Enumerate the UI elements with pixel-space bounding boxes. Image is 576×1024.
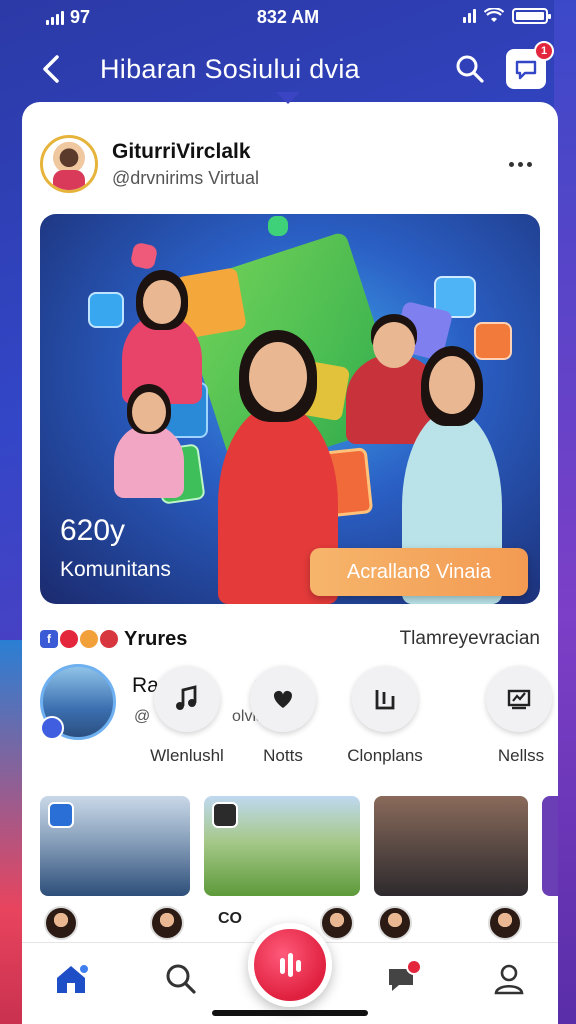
author-handle: @drvnirims Virtual [112,167,259,188]
mini-avatar[interactable] [150,906,184,940]
nav-profile[interactable] [484,957,534,1001]
media-badge-icon [48,802,74,828]
nav-search[interactable] [156,957,206,1001]
create-button[interactable] [248,923,332,1007]
app-tile-icon [129,241,159,271]
media-badge-icon [212,802,238,828]
page-title: Hibaran Sosiului dvia [100,53,360,84]
notifications-button[interactable]: 1 [506,41,554,89]
author-info: GiturriVirclalk @drvnirims Virtual [112,140,500,189]
section-link[interactable]: Tlamreyevracian [400,628,540,650]
mini-label: CO [218,910,242,927]
feature-label-plans: Clonplans [347,746,423,765]
media-thumbnail[interactable] [374,796,528,896]
hero-banner[interactable]: 620y Komunitans Acrallan8 Vinaia [40,214,540,604]
section-icons: f [40,630,118,648]
back-button[interactable] [22,40,80,98]
feature-button-notes[interactable] [250,666,316,732]
app-tile-icon [474,322,512,360]
mini-avatar[interactable] [44,906,78,940]
mini-avatar[interactable] [320,906,354,940]
hero-subtitle: Komunitans [60,558,171,581]
audio-wave-icon [280,953,301,977]
cell-signal-icon [463,9,476,23]
featured-avatar-badge [40,716,64,740]
feature-label-music: Wlenlushl [150,746,224,765]
app-tile-icon [268,216,288,236]
chart-icon [507,689,531,710]
post-header: GiturriVirclalk @drvnirims Virtual [40,132,540,196]
media-thumbnail-partial[interactable] [542,796,558,896]
featured-handle: @ [134,708,151,725]
person-figure [114,384,184,498]
wifi-icon [484,8,504,22]
social-icon [80,630,98,648]
heart-note-icon [273,690,293,708]
feature-button-music[interactable] [154,666,220,732]
facebook-icon: f [40,630,58,648]
feature-label-notes: Notts [263,746,303,765]
header-pointer [276,92,300,104]
status-right [463,8,551,24]
status-bar: 97 832 AM [0,0,576,34]
more-dot-icon [517,161,523,167]
author-avatar[interactable] [40,135,98,193]
media-thumbnail[interactable] [40,796,190,896]
home-badge [78,963,90,975]
more-dot-icon [526,161,532,167]
search-icon [166,964,196,994]
feature-label-news: Nellss [497,746,545,765]
hero-cta-button[interactable]: Acrallan8 Vinaia [310,548,528,596]
battery-icon [512,8,551,24]
feature-button-news[interactable] [486,666,552,732]
chevron-left-icon [43,55,59,83]
book-icon [375,690,395,710]
music-note-icon [176,685,197,710]
nav-home[interactable] [46,957,96,1001]
hero-stat: 620y [60,514,126,547]
section-header: f Yrures Tlamreyevracian [40,624,540,654]
user-icon [494,964,524,995]
feature-button-plans[interactable] [352,666,418,732]
search-button[interactable] [448,47,492,91]
mini-avatar[interactable] [378,906,412,940]
social-icon [100,630,118,648]
more-options-button[interactable] [500,149,540,179]
nav-messages[interactable] [376,957,426,1001]
social-icon [60,630,78,648]
section-title: Yrures [124,627,188,650]
message-bubble-icon [515,60,537,80]
search-icon [456,55,484,83]
author-name[interactable]: GiturriVirclalk [112,140,500,164]
notification-badge: 1 [534,41,554,61]
media-thumbnail[interactable] [204,796,360,896]
background-accent-left [0,640,24,1024]
mini-avatar[interactable] [488,906,522,940]
app-tile-icon [88,292,124,328]
messages-badge [406,959,422,975]
main-card: GiturriVirclalk @drvnirims Virtual 620y … [22,102,558,1024]
home-indicator [212,1010,368,1016]
more-dot-icon [508,161,514,167]
